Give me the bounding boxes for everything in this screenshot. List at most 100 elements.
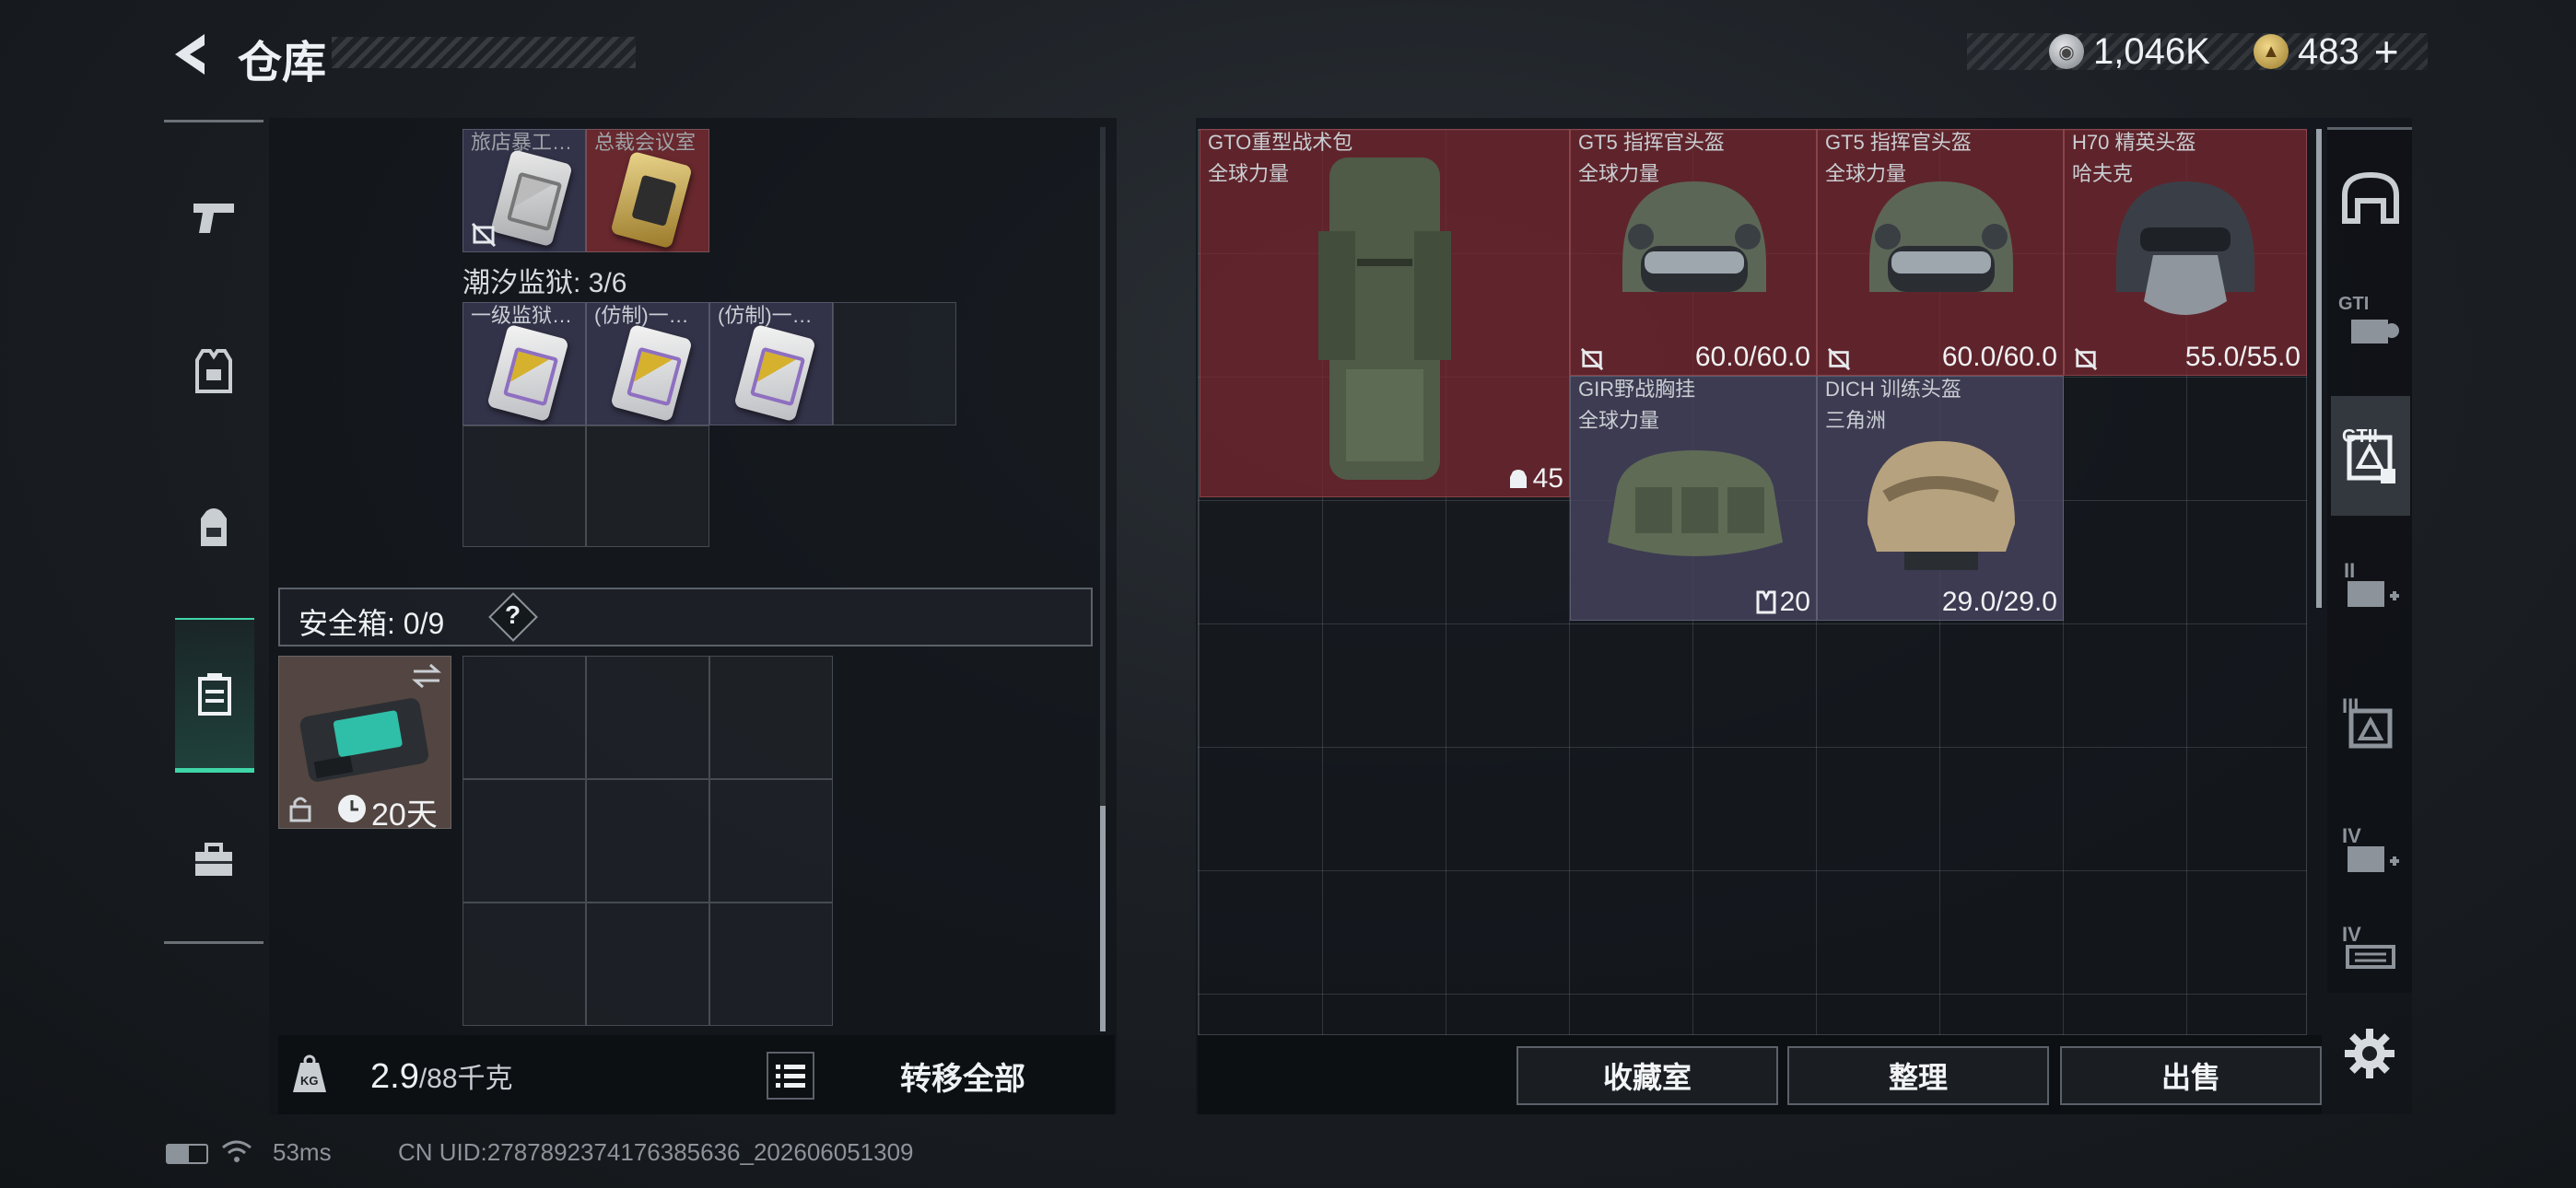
safe-case-image bbox=[299, 698, 429, 782]
item-name: H70 精英头盔 bbox=[2072, 132, 2196, 154]
add-gold-button[interactable]: + bbox=[2374, 27, 2399, 76]
safe-box-slot[interactable] bbox=[463, 779, 586, 903]
nav-pistol[interactable] bbox=[164, 161, 263, 272]
silver-amount: 1,046K bbox=[2093, 30, 2210, 72]
keycard-image bbox=[610, 150, 693, 250]
tab-tier-ii-add[interactable]: II bbox=[2331, 527, 2410, 646]
tier-ii-add-icon bbox=[2348, 581, 2399, 607]
safe-box-slot[interactable] bbox=[709, 656, 833, 779]
stash-item[interactable]: DICH 训练头盔 三角洲 29.0/29.0 bbox=[1817, 376, 2064, 621]
wifi-icon bbox=[222, 1140, 252, 1162]
safe-box-slot[interactable] bbox=[586, 903, 709, 1026]
no-trade-icon bbox=[471, 222, 497, 248]
safe-box-slot[interactable] bbox=[463, 656, 586, 779]
empty-key-slot[interactable] bbox=[833, 302, 956, 425]
user-uid: CN UID:2787892374176385636_202606051309 bbox=[398, 1138, 914, 1166]
stash-scrollbar[interactable] bbox=[2316, 129, 2322, 608]
chest-rig-image bbox=[1608, 450, 1783, 556]
item-name: (仿制)一… bbox=[718, 305, 813, 327]
weight-icon: KG bbox=[291, 1054, 328, 1094]
item-name: GT5 指挥官头盔 bbox=[1578, 132, 1725, 154]
key-slot[interactable]: 旅店暴工… bbox=[463, 129, 586, 252]
safe-box-slot[interactable] bbox=[709, 779, 833, 903]
left-scrollbar-thumb[interactable] bbox=[1100, 806, 1106, 1031]
list-view-button[interactable] bbox=[767, 1052, 814, 1100]
item-capacity: 45 bbox=[1507, 463, 1563, 495]
item-faction: 全球力量 bbox=[1208, 162, 1290, 185]
helmet-image bbox=[1622, 181, 1766, 292]
keycard-image bbox=[490, 148, 573, 248]
nav-backpack[interactable] bbox=[164, 472, 263, 583]
tier-gt-storage-icon bbox=[2351, 320, 2399, 344]
gold-coin-icon: ▲ bbox=[2254, 34, 2289, 69]
keycard-image bbox=[733, 323, 816, 423]
weight-readout: 2.9/88千克 bbox=[370, 1055, 513, 1097]
item-name: (仿制)一… bbox=[594, 305, 689, 327]
item-durability: 60.0/60.0 bbox=[1941, 342, 2057, 372]
safe-box-slot[interactable] bbox=[709, 903, 833, 1026]
item-faction: 全球力量 bbox=[1578, 409, 1660, 432]
swap-icon[interactable] bbox=[410, 662, 443, 690]
tier-iv-add-icon bbox=[2348, 846, 2399, 872]
title-decoration bbox=[332, 37, 636, 68]
tier-iv-icon bbox=[2346, 945, 2395, 969]
key-slot[interactable]: (仿制)一… bbox=[709, 302, 833, 425]
tab-tier-iv-add[interactable]: IV bbox=[2331, 792, 2410, 912]
stash-item[interactable]: GTO重型战术包 全球力量 45 bbox=[1200, 129, 1570, 497]
key-slot[interactable]: 总裁会议室 bbox=[586, 129, 709, 252]
vest-icon bbox=[195, 349, 232, 393]
nav-safe-box[interactable] bbox=[175, 618, 254, 773]
clock-icon bbox=[338, 795, 366, 822]
tab-tier-gt-active[interactable]: GTII bbox=[2331, 396, 2410, 516]
item-capacity-value: 45 bbox=[1532, 463, 1563, 494]
transfer-all-button[interactable]: 转移全部 bbox=[829, 1052, 1096, 1100]
nav-toolbox[interactable] bbox=[164, 804, 263, 914]
tab-helmet-category[interactable] bbox=[2331, 138, 2410, 258]
tab-tier-iii[interactable]: III bbox=[2331, 663, 2410, 783]
key-slot[interactable]: (仿制)一… bbox=[586, 302, 709, 425]
safe-box-label: 安全箱: 0/9 bbox=[299, 607, 445, 640]
item-durability: 29.0/29.0 bbox=[1941, 587, 2057, 617]
stash-item[interactable]: GT5 指挥官头盔 全球力量 60.0/60.0 bbox=[1817, 129, 2064, 376]
safe-box-slot[interactable] bbox=[463, 903, 586, 1026]
safe-box-duration: 20天 bbox=[371, 798, 438, 833]
item-name: GT5 指挥官头盔 bbox=[1825, 132, 1972, 154]
silver-currency: ◉ 1,046K bbox=[2049, 30, 2210, 72]
item-durability: 60.0/60.0 bbox=[1694, 342, 1810, 372]
tier-iii-icon bbox=[2348, 708, 2393, 749]
settings-button[interactable] bbox=[2340, 1024, 2399, 1083]
empty-key-slot[interactable] bbox=[463, 425, 586, 547]
safe-box-slot[interactable] bbox=[586, 656, 709, 779]
tab-tier-iv[interactable]: IV bbox=[2331, 912, 2410, 989]
stash-item[interactable]: GIR野战胸挂 全球力量 20 bbox=[1570, 376, 1817, 621]
back-button[interactable] bbox=[162, 28, 214, 81]
no-trade-icon bbox=[2074, 347, 2098, 371]
key-slot[interactable]: 一级监狱… bbox=[463, 302, 586, 425]
tab-tier-gt-storage[interactable]: GTI bbox=[2331, 262, 2410, 381]
prison-keys-label: 潮汐监狱: 3/6 bbox=[463, 268, 627, 298]
safe-box-icon bbox=[198, 672, 231, 716]
weight-max: /88千克 bbox=[418, 1064, 513, 1094]
item-name: DICH 训练头盔 bbox=[1825, 379, 1961, 401]
item-name: 一级监狱… bbox=[471, 305, 573, 327]
sell-button[interactable]: 出售 bbox=[2060, 1046, 2322, 1105]
helmet-image bbox=[1868, 441, 2015, 570]
keycard-image bbox=[486, 323, 569, 423]
sort-button[interactable]: 整理 bbox=[1787, 1046, 2049, 1105]
stash-item[interactable]: GT5 指挥官头盔 全球力量 60.0/60.0 bbox=[1570, 129, 1817, 376]
empty-key-slot[interactable] bbox=[586, 425, 709, 547]
stash-item[interactable]: H70 精英头盔 哈夫克 55.0/55.0 bbox=[2064, 129, 2307, 376]
lock-icon bbox=[289, 797, 311, 822]
chest-rig-icon bbox=[1756, 590, 1776, 614]
pistol-icon bbox=[193, 204, 234, 233]
item-capacity: 20 bbox=[1756, 587, 1810, 618]
gold-amount: 483 bbox=[2298, 30, 2359, 72]
gold-currency[interactable]: ▲ 483 + bbox=[2254, 28, 2399, 76]
safe-box-slot[interactable] bbox=[586, 779, 709, 903]
item-durability: 55.0/55.0 bbox=[2184, 342, 2301, 372]
safe-box-item[interactable]: 20天 bbox=[278, 656, 451, 833]
collection-room-button[interactable]: 收藏室 bbox=[1516, 1046, 1778, 1105]
backpack-icon bbox=[201, 508, 227, 546]
item-name: 总裁会议室 bbox=[594, 132, 697, 154]
nav-vest[interactable] bbox=[164, 316, 263, 426]
